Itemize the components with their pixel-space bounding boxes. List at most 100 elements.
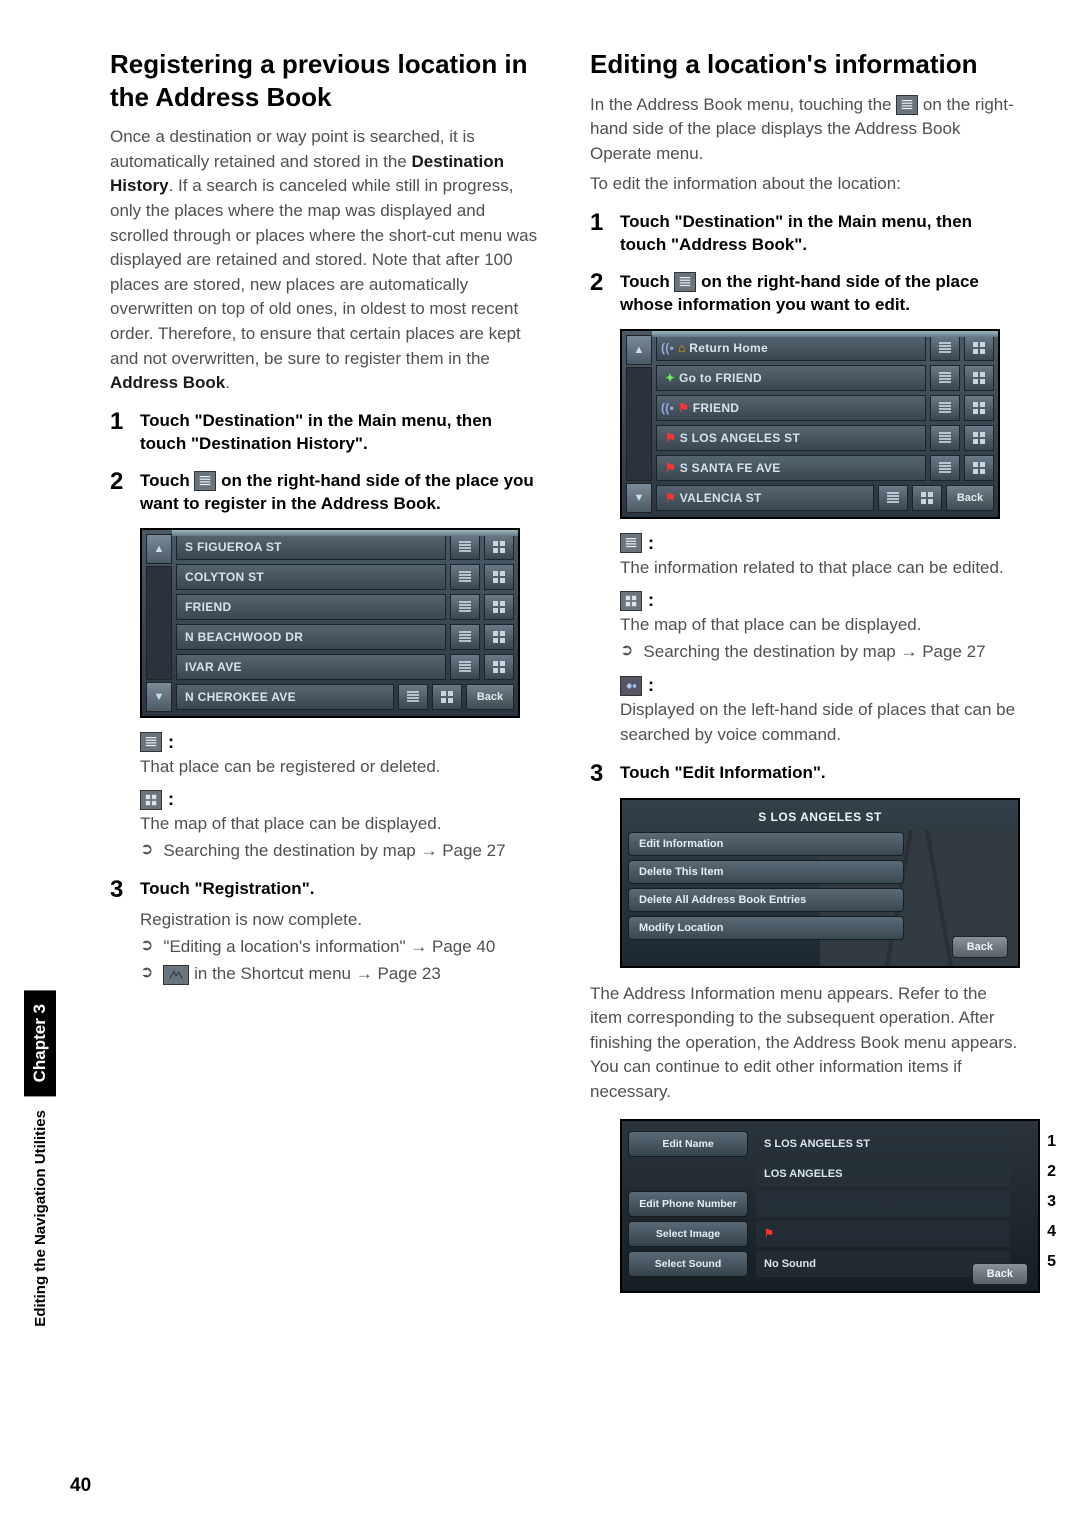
list-icon [620,533,642,553]
edit-value: S LOS ANGELES ST [756,1131,1010,1157]
scrollbar[interactable]: ▲ ▼ [146,534,172,712]
map-icon-note: The map of that place can be displayed. [620,613,1020,638]
callout-1: 1 [1047,1133,1056,1151]
list-item[interactable]: ⚑ S SANTA FE AVE [656,455,926,481]
map-icon-note: The map of that place can be displayed. [140,812,540,837]
edit-value: LOS ANGELES [756,1161,1010,1187]
after-note: The Address Information menu appears. Re… [590,982,1020,1105]
list-icon[interactable] [450,534,480,560]
left-column: Registering a previous location in the A… [110,48,540,1307]
list-icon[interactable] [450,624,480,650]
back-button[interactable]: Back [972,1263,1028,1285]
map-icon[interactable] [964,335,994,361]
menu-item[interactable]: Delete All Address Book Entries [628,888,904,912]
select-image-button[interactable]: Select Image [628,1221,748,1247]
back-button[interactable]: Back [946,485,994,511]
shortcut-icon [163,965,189,985]
map-icon[interactable] [912,485,942,511]
map-icon[interactable] [964,365,994,391]
list-icon [896,95,918,115]
list-icon [194,471,216,491]
left-heading: Registering a previous location in the A… [110,48,540,113]
chapter-subtitle: Editing the Navigation Utilities [26,1104,55,1333]
scrollbar[interactable]: ▲ ▼ [626,335,652,513]
back-button[interactable]: Back [952,936,1008,958]
left-intro: Once a destination or way point is searc… [110,125,540,396]
list-item[interactable]: ((•⚑ FRIEND [656,395,926,421]
list-item[interactable]: S FIGUEROA ST [176,534,446,560]
list-item[interactable]: N BEACHWOOD DR [176,624,446,650]
map-icon[interactable] [964,425,994,451]
right-step-1: 1 Touch "Destination" in the Main menu, … [590,211,1020,257]
callout-2: 2 [1047,1163,1056,1181]
list-item[interactable]: FRIEND [176,594,446,620]
edit-value [756,1191,1010,1217]
list-icon[interactable] [878,485,908,511]
map-icon[interactable] [484,624,514,650]
list-icon[interactable] [930,335,960,361]
map-icon[interactable] [484,534,514,560]
step3-note: Registration is now complete. [140,908,540,933]
select-sound-button[interactable]: Select Sound [628,1251,748,1277]
right-heading: Editing a location's information [590,48,1020,81]
scroll-up-icon[interactable]: ▲ [626,335,652,365]
callout-4: 4 [1047,1223,1056,1241]
edit-phone-button[interactable]: Edit Phone Number [628,1191,748,1217]
list-icon[interactable] [930,365,960,391]
map-icon [620,591,642,611]
right-column: Editing a location's information In the … [590,48,1020,1307]
voice-icon-note: Displayed on the left-hand side of place… [620,698,1020,747]
list-item[interactable]: COLYTON ST [176,564,446,590]
right-intro2: To edit the information about the locati… [590,172,1020,197]
map-icon[interactable] [484,564,514,590]
side-tab: Chapter 3 Editing the Navigation Utiliti… [20,0,60,1533]
list-icon-note: The information related to that place ca… [620,556,1020,581]
list-icon[interactable] [930,395,960,421]
address-book-list: ▲ ▼ ((•⌂ Return Home ✦ Go to FRIEND ((•⚑… [620,329,1000,519]
list-item[interactable]: ✦ Go to FRIEND [656,365,926,391]
address-info-menu: Edit Name S LOS ANGELES ST 1 LOS ANGELES… [620,1119,1040,1293]
back-button[interactable]: Back [466,684,514,710]
map-icon[interactable] [484,654,514,680]
operate-menu: S LOS ANGELES ST Edit Information Delete… [620,798,1020,968]
list-icon-note: That place can be registered or deleted. [140,755,540,780]
list-icon[interactable] [930,455,960,481]
list-item[interactable]: ⚑ S LOS ANGELES ST [656,425,926,451]
callout-3: 3 [1047,1193,1056,1211]
list-icon[interactable] [930,425,960,451]
callout-5: 5 [1047,1253,1056,1271]
map-icon[interactable] [964,455,994,481]
edit-value: ⚑ [756,1221,1010,1247]
list-icon[interactable] [450,564,480,590]
chapter-label: Chapter 3 [24,990,56,1096]
left-step-3: 3 Touch "Registration". [110,878,540,902]
crossref: ➲ "Editing a location's information" → P… [140,933,540,960]
destination-history-list: ▲ ▼ S FIGUEROA ST COLYTON ST FRIEND N BE… [140,528,520,718]
list-icon [674,272,696,292]
list-item[interactable]: ⚑ VALENCIA ST [656,485,874,511]
edit-name-button[interactable]: Edit Name [628,1131,748,1157]
scroll-up-icon[interactable]: ▲ [146,534,172,564]
page-number: 40 [70,1475,91,1497]
list-item[interactable]: ((•⌂ Return Home [656,335,926,361]
map-icon[interactable] [484,594,514,620]
left-step-1: 1 Touch "Destination" in the Main menu, … [110,410,540,456]
map-icon[interactable] [964,395,994,421]
list-icon[interactable] [450,654,480,680]
crossref: ➲ Searching the destination by map → Pag… [140,837,540,864]
menu-item[interactable]: Delete This Item [628,860,904,884]
list-icon[interactable] [398,684,428,710]
map-icon[interactable] [432,684,462,710]
voice-icon [620,676,642,696]
right-step-2: 2 Touch on the right-hand side of the pl… [590,271,1020,317]
left-step-2: 2 Touch on the right-hand side of the pl… [110,470,540,516]
list-item[interactable]: N CHEROKEE AVE [176,684,394,710]
list-icon[interactable] [450,594,480,620]
list-item[interactable]: IVAR AVE [176,654,446,680]
right-intro: In the Address Book menu, touching the o… [590,93,1020,167]
crossref: ➲ in the Shortcut menu → Page 23 [140,960,540,987]
menu-item[interactable]: Modify Location [628,916,904,940]
menu-item[interactable]: Edit Information [628,832,904,856]
scroll-down-icon[interactable]: ▼ [146,682,172,712]
scroll-down-icon[interactable]: ▼ [626,483,652,513]
